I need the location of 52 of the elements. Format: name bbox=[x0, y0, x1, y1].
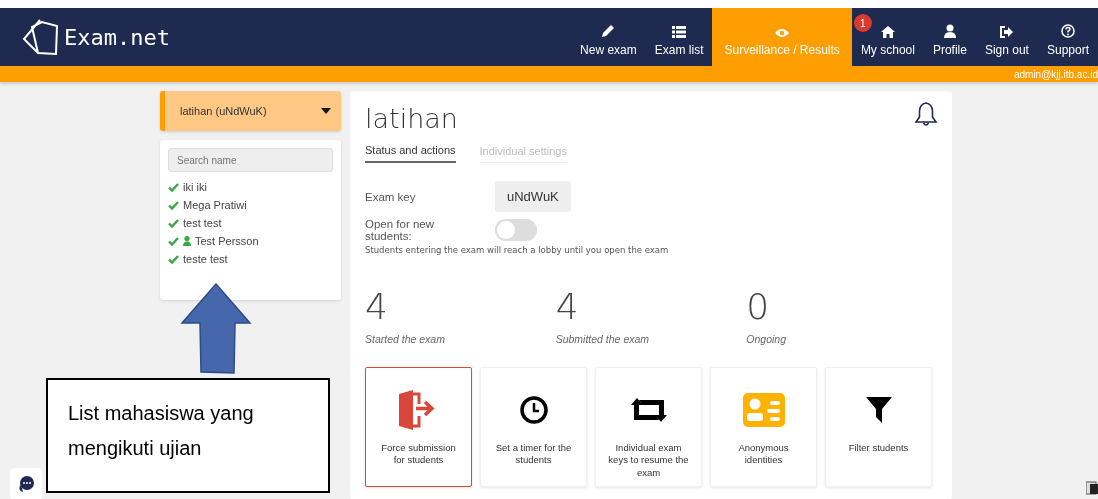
action-card[interactable]: Force submission for students bbox=[365, 367, 472, 487]
person-icon bbox=[943, 24, 956, 38]
sign-out-icon bbox=[999, 26, 1014, 38]
help-icon bbox=[1061, 24, 1075, 38]
house-icon bbox=[880, 26, 895, 38]
notification-badge: 1 bbox=[853, 14, 872, 32]
nav-tab[interactable]: Sign out bbox=[975, 8, 1038, 66]
arrows-loop-icon bbox=[630, 398, 667, 422]
action-card[interactable]: Individual exam keys to resume the exam bbox=[595, 367, 702, 487]
caret-icon bbox=[321, 108, 331, 114]
annotation-text: List mahasiswa yang mengikuti ujian bbox=[68, 401, 255, 461]
action-card[interactable]: Anonymous identities bbox=[710, 367, 817, 487]
nav-tab[interactable]: Profile bbox=[923, 8, 976, 66]
nav-tab[interactable]: Exam list bbox=[645, 8, 713, 66]
action-card[interactable]: Filter students bbox=[825, 367, 932, 487]
stat-label: Ongoing bbox=[746, 333, 788, 345]
nav-tab[interactable]: New exam bbox=[571, 8, 646, 66]
open-toggle[interactable] bbox=[495, 219, 537, 241]
logo-icon bbox=[20, 17, 60, 57]
stat-label: Started the exam bbox=[365, 333, 446, 345]
lobby-note: Students entering the exam will reach a lobby until you open the exam bbox=[365, 245, 670, 255]
logo-text: Exam.net bbox=[64, 24, 170, 50]
stat-value: 4 bbox=[555, 289, 580, 325]
action-card[interactable]: Set a timer for the students bbox=[480, 367, 587, 487]
exam-key: uNdWuK bbox=[495, 181, 571, 212]
user-email: admin@kjj.itb.ac.id bbox=[1013, 68, 1098, 80]
student-item[interactable]: iki iki bbox=[168, 178, 333, 196]
tab[interactable]: Status and actions bbox=[365, 142, 456, 163]
nav-tab[interactable]: My school 1 bbox=[851, 8, 924, 66]
stat-label: Submitted the exam bbox=[555, 333, 651, 345]
translate-icon[interactable] bbox=[1086, 480, 1098, 496]
chat-icon bbox=[17, 475, 35, 493]
exam-key-label: Exam key bbox=[365, 190, 417, 203]
eye-icon bbox=[775, 28, 790, 38]
exam-title: latihan bbox=[365, 103, 458, 134]
nav-tab[interactable]: Support bbox=[1037, 8, 1098, 66]
search-field[interactable]: Search name bbox=[168, 148, 333, 172]
chat-button[interactable] bbox=[10, 468, 42, 499]
student-item[interactable]: teste test bbox=[168, 250, 333, 268]
pencil-icon bbox=[601, 24, 616, 38]
student-item[interactable]: Test Persson bbox=[168, 232, 333, 250]
student-item[interactable]: test test bbox=[168, 214, 333, 232]
student-item[interactable]: Mega Pratiwi bbox=[168, 196, 333, 214]
clock-icon bbox=[518, 395, 549, 425]
id-card-icon bbox=[742, 393, 785, 427]
open-label: Open for new students: bbox=[365, 218, 436, 242]
stat-value: 0 bbox=[746, 289, 771, 325]
list-icon bbox=[672, 26, 687, 38]
bell-icon[interactable] bbox=[914, 101, 938, 127]
exam-dropdown[interactable]: latihan (uNdWuK) bbox=[160, 91, 341, 131]
filter-icon bbox=[865, 397, 892, 423]
stat-value: 4 bbox=[365, 289, 389, 325]
